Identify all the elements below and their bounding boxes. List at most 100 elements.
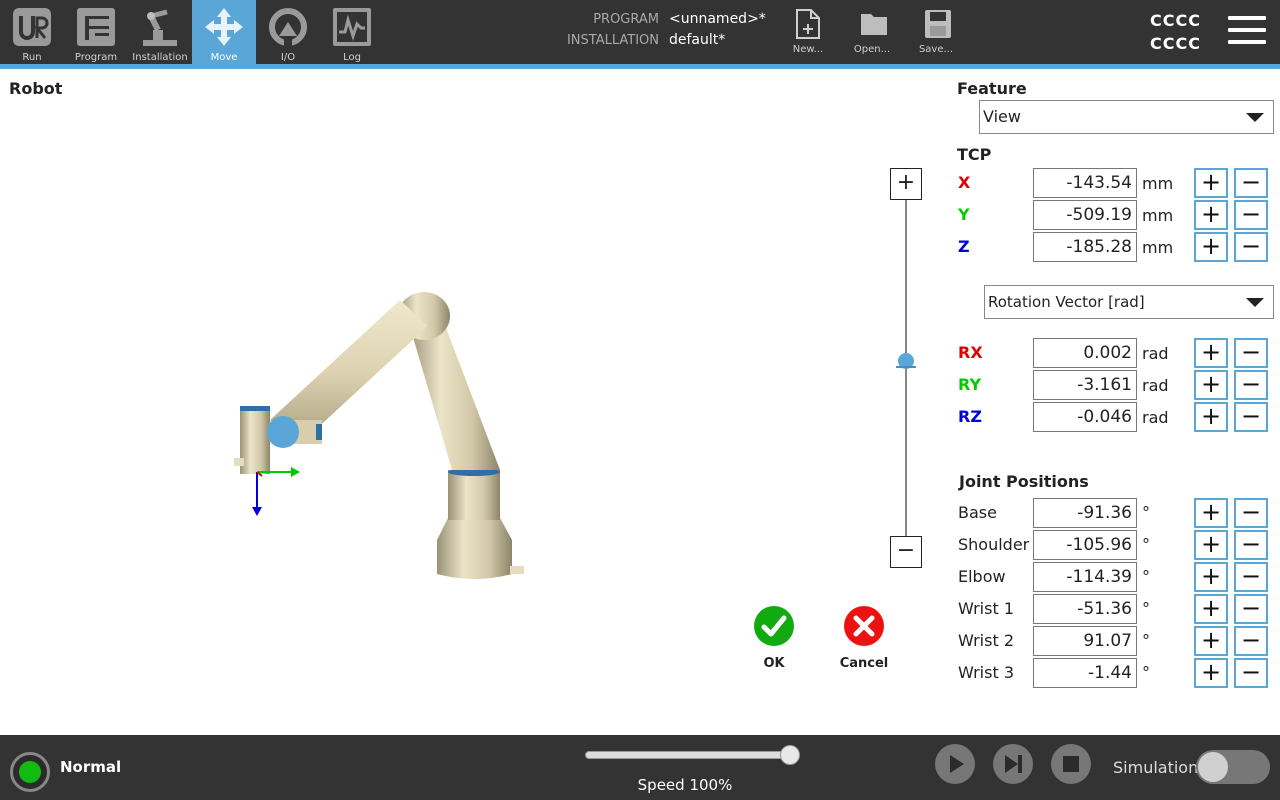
joint-shoulder-field[interactable]: -105.96 (1033, 530, 1137, 560)
joint-wrist3-label: Wrist 3 (958, 663, 1014, 682)
tcp-rz-label: RZ (958, 407, 982, 426)
tcp-handle[interactable] (267, 416, 299, 448)
tcp-rx-unit: rad (1142, 344, 1169, 363)
tcp-rz-plus-button[interactable]: + (1194, 402, 1228, 432)
tcp-y-field[interactable]: -509.19 (1033, 200, 1137, 230)
chevron-down-icon (1246, 113, 1264, 122)
joint-shoulder-plus-button[interactable]: + (1194, 530, 1228, 560)
new-file-button[interactable]: New... (783, 0, 833, 64)
power-status-button[interactable] (10, 752, 50, 792)
toggle-knob (1198, 752, 1228, 782)
cancel-label: Cancel (839, 656, 889, 671)
joint-base-minus-button[interactable]: − (1234, 498, 1268, 528)
chevron-down-icon (1246, 298, 1264, 307)
joint-shoulder-unit: ° (1142, 535, 1150, 554)
play-icon (936, 745, 974, 783)
joint-wrist1-label: Wrist 1 (958, 599, 1014, 618)
nav-io[interactable]: I/O (256, 0, 320, 64)
tcp-rz-field[interactable]: -0.046 (1033, 402, 1137, 432)
tcp-z-unit: mm (1142, 238, 1174, 257)
open-file-button[interactable]: Open... (847, 0, 897, 64)
tcp-ry-unit: rad (1142, 376, 1169, 395)
rotation-mode-dropdown[interactable]: Rotation Vector [rad] (984, 285, 1274, 319)
simulation-toggle[interactable] (1196, 750, 1270, 784)
nav-move[interactable]: Move (192, 0, 256, 64)
joint-wrist1-field[interactable]: -51.36 (1033, 594, 1137, 624)
speed-slider-handle[interactable] (780, 745, 800, 765)
robot-wrist (240, 408, 270, 474)
joint-wrist2-plus-button[interactable]: + (1194, 626, 1228, 656)
play-button[interactable] (935, 744, 975, 784)
cancel-x-icon (844, 606, 884, 646)
stop-icon (1052, 745, 1090, 783)
tcp-z-plus-button[interactable]: + (1194, 232, 1228, 262)
tcp-title: TCP (957, 145, 992, 164)
joint-wrist1-plus-button[interactable]: + (1194, 594, 1228, 624)
program-key: PROGRAM (593, 12, 659, 27)
tcp-rz-unit: rad (1142, 408, 1169, 427)
joint-elbow-minus-button[interactable]: − (1234, 562, 1268, 592)
joint-wrist1-minus-button[interactable]: − (1234, 594, 1268, 624)
save-file-label: Save... (918, 44, 954, 55)
tcp-z-minus-button[interactable]: − (1234, 232, 1268, 262)
save-disk-icon (925, 10, 951, 38)
folder-icon (861, 14, 887, 35)
joint-base-field[interactable]: -91.36 (1033, 498, 1137, 528)
speed-slider-track[interactable] (585, 751, 799, 759)
step-button[interactable] (993, 744, 1033, 784)
tcp-ry-plus-button[interactable]: + (1194, 370, 1228, 400)
tcp-ry-minus-button[interactable]: − (1234, 370, 1268, 400)
nav-installation[interactable]: Installation (128, 0, 192, 64)
new-file-icon (796, 9, 820, 39)
program-name: <unnamed>* (669, 11, 766, 27)
nav-installation-label: Installation (132, 52, 188, 63)
tcp-x-field[interactable]: -143.54 (1033, 168, 1137, 198)
joint-wrist2-field[interactable]: 91.07 (1033, 626, 1137, 656)
zoom-in-button[interactable]: + (890, 168, 922, 200)
joint-wrist2-minus-button[interactable]: − (1234, 626, 1268, 656)
nav-run-label: Run (22, 52, 42, 63)
tcp-z-label: Z (958, 237, 970, 256)
ok-button[interactable]: OK (744, 606, 804, 676)
cancel-button[interactable]: Cancel (834, 606, 894, 676)
save-file-button[interactable]: Save... (911, 0, 961, 64)
tcp-z-field[interactable]: -185.28 (1033, 232, 1137, 262)
joint-elbow-field[interactable]: -114.39 (1033, 562, 1137, 592)
tcp-x-minus-button[interactable]: − (1234, 168, 1268, 198)
zoom-out-button[interactable]: − (890, 536, 922, 568)
feature-dropdown[interactable]: View (979, 100, 1274, 134)
nav-run[interactable]: Run (0, 0, 64, 64)
tcp-rx-field[interactable]: 0.002 (1033, 338, 1137, 368)
joint-wrist2-unit: ° (1142, 631, 1150, 650)
joint-wrist3-minus-button[interactable]: − (1234, 658, 1268, 688)
ok-label: OK (763, 656, 785, 671)
tcp-y-plus-button[interactable]: + (1194, 200, 1228, 230)
feature-title: Feature (957, 79, 1027, 98)
hamburger-menu-icon[interactable] (1228, 16, 1266, 48)
installation-key: INSTALLATION (566, 33, 659, 48)
nav-program[interactable]: Program (64, 0, 128, 64)
zoom-control: + − (890, 168, 924, 570)
tcp-x-plus-button[interactable]: + (1194, 168, 1228, 198)
joint-base-label: Base (958, 503, 997, 522)
tcp-x-label: X (958, 173, 971, 192)
robot-panel-title: Robot (9, 79, 63, 98)
tcp-rx-minus-button[interactable]: − (1234, 338, 1268, 368)
tcp-ry-field[interactable]: -3.161 (1033, 370, 1137, 400)
tcp-rz-minus-button[interactable]: − (1234, 402, 1268, 432)
stop-button[interactable] (1051, 744, 1091, 784)
tcp-y-minus-button[interactable]: − (1234, 200, 1268, 230)
joint-wrist3-unit: ° (1142, 663, 1150, 682)
joint-wrist3-field[interactable]: -1.44 (1033, 658, 1137, 688)
tcp-rx-plus-button[interactable]: + (1194, 338, 1228, 368)
joint-shoulder-minus-button[interactable]: − (1234, 530, 1268, 560)
joint-elbow-plus-button[interactable]: + (1194, 562, 1228, 592)
nav-log[interactable]: Log (320, 0, 384, 64)
joint-base-plus-button[interactable]: + (1194, 498, 1228, 528)
joint-elbow-unit: ° (1142, 567, 1150, 586)
feature-selected: View (983, 107, 1021, 126)
nav-log-label: Log (343, 52, 361, 63)
tcp-ry-label: RY (958, 375, 982, 394)
joint-wrist3-plus-button[interactable]: + (1194, 658, 1228, 688)
joint-positions-title: Joint Positions (959, 472, 1089, 491)
